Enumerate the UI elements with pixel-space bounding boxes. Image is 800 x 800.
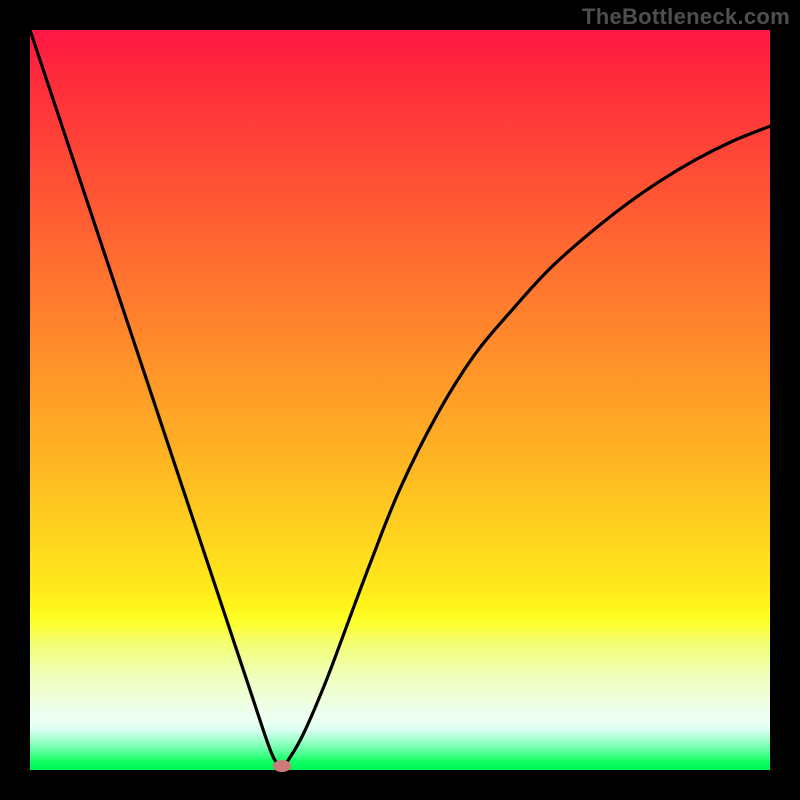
chart-container: TheBottleneck.com [0,0,800,800]
watermark-text: TheBottleneck.com [582,4,790,30]
optimal-point-marker [273,760,291,772]
plot-area [30,30,770,770]
marker-layer [30,30,770,770]
